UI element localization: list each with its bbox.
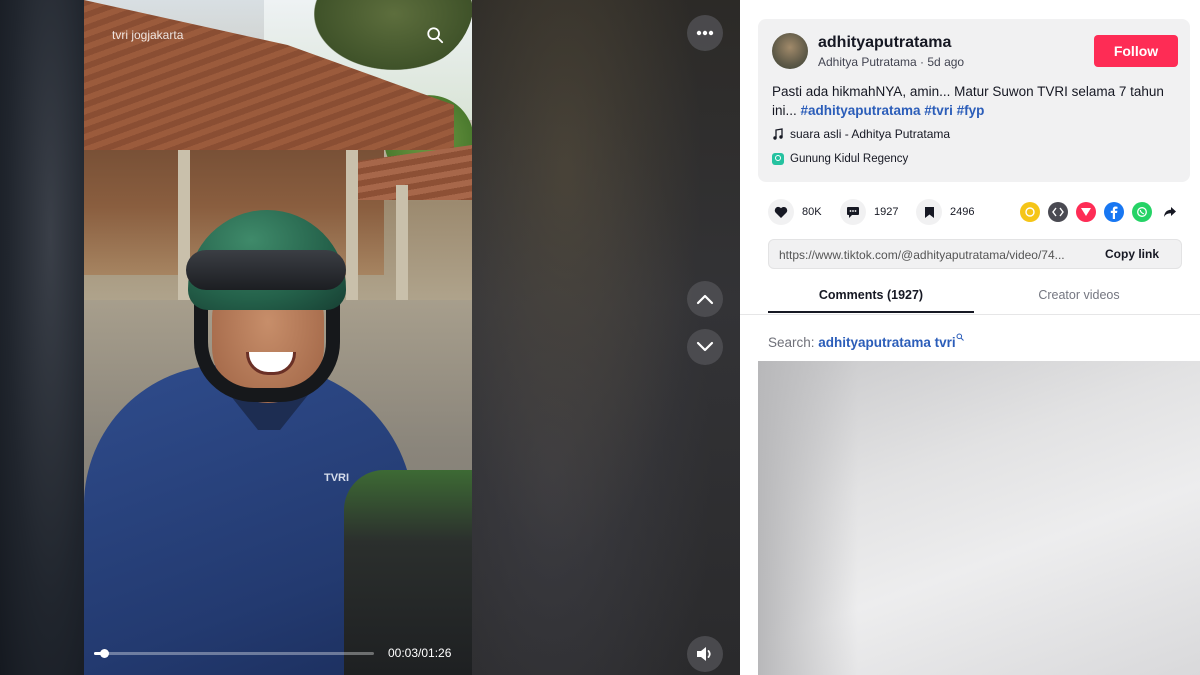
send-to-friends-icon[interactable] [1076, 202, 1096, 222]
tab-bar: Comments (1927) Creator videos [740, 278, 1200, 315]
progress-handle[interactable] [99, 649, 109, 658]
search-term-link[interactable]: adhityaputratama tvri [818, 335, 955, 350]
music-note-icon [773, 128, 783, 140]
heart-icon [768, 199, 794, 225]
more-options-button[interactable] [687, 15, 723, 51]
location-label: Gunung Kidul Regency [790, 153, 909, 165]
save-action[interactable]: 2496 [916, 197, 974, 227]
volume-button[interactable] [687, 636, 723, 672]
save-count: 2496 [950, 206, 975, 218]
like-action[interactable]: 80K [768, 197, 822, 227]
search-icon [956, 333, 964, 341]
friends-icon[interactable] [1020, 202, 1040, 222]
details-panel: adhityaputratama Adhitya Putratama · 5d … [740, 0, 1200, 675]
music-row[interactable]: suara asli - Adhitya Putratama [772, 127, 950, 141]
like-count: 80K [802, 206, 822, 218]
search-label: Search: [768, 335, 815, 350]
embed-icon[interactable] [1048, 202, 1068, 222]
music-label: suara asli - Adhitya Putratama [790, 127, 951, 141]
location-icon [772, 153, 784, 165]
post-description: Pasti ada hikmahNYA, amin... Matur Suwon… [772, 82, 1172, 120]
next-video-button[interactable] [687, 329, 723, 365]
location-row[interactable]: Gunung Kidul Regency [772, 153, 908, 165]
action-bar: 80K 1927 2496 [758, 197, 1190, 227]
search-icon[interactable] [426, 26, 444, 44]
previous-video-button[interactable] [687, 281, 723, 317]
copy-link-button[interactable]: Copy link [1105, 247, 1159, 261]
more-icon [696, 30, 714, 36]
bookmark-icon [916, 199, 942, 225]
video-player[interactable]: TVRI [84, 0, 472, 675]
video-link-box[interactable]: https://www.tiktok.com/@adhityaputratama… [768, 239, 1182, 269]
chevron-down-icon [696, 341, 714, 352]
volume-icon [697, 647, 711, 661]
nickname-date: Adhitya Putratama · 5d ago [818, 55, 965, 69]
post-info-card: adhityaputratama Adhitya Putratama · 5d … [758, 19, 1190, 182]
video-time: 00:03/01:26 [388, 646, 452, 660]
video-overlay-title: tvri jogjakarta [112, 28, 184, 42]
comment-icon [840, 199, 866, 225]
comment-action[interactable]: 1927 [840, 197, 898, 227]
follow-button[interactable]: Follow [1094, 35, 1178, 67]
username[interactable]: adhityaputratama [818, 34, 951, 52]
progress-bar[interactable] [94, 649, 374, 658]
hashtags[interactable]: #adhityaputratama #tvri #fyp [801, 103, 985, 118]
facebook-icon[interactable] [1104, 202, 1124, 222]
share-arrow-icon[interactable] [1160, 202, 1180, 222]
comments-list-blurred [758, 361, 1200, 675]
comment-count: 1927 [874, 206, 899, 218]
video-stage: TVRI tvri jogjakarta 00:03/01:26 [0, 0, 740, 675]
active-tab-indicator [768, 311, 974, 313]
tab-comments[interactable]: Comments (1927) [768, 288, 974, 302]
bag [344, 470, 472, 675]
chevron-up-icon [696, 294, 714, 305]
whatsapp-icon[interactable] [1132, 202, 1152, 222]
shirt-logo: TVRI [324, 472, 350, 484]
comment-search-row[interactable]: Search: adhityaputratama tvri [768, 333, 964, 350]
video-link-url[interactable]: https://www.tiktok.com/@adhityaputratama… [779, 248, 1097, 262]
avatar[interactable] [772, 33, 808, 69]
blurred-background-left [0, 0, 84, 675]
tab-creator-videos[interactable]: Creator videos [976, 288, 1182, 302]
